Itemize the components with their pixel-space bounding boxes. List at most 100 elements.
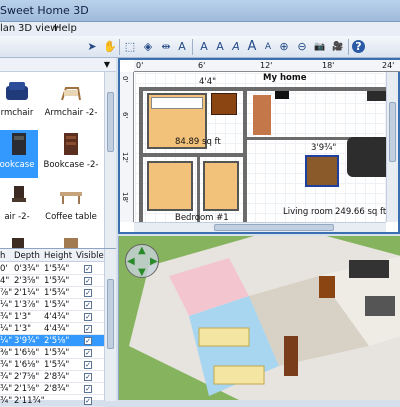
plan-horizontal-scrollbar[interactable]: [134, 222, 386, 232]
scrollbar-thumb[interactable]: [214, 224, 334, 231]
visible-checkbox[interactable]: ✓: [84, 397, 92, 405]
plan-view[interactable]: 0' 6' 12' 18' 24' 0' 6' 12' 18' My home: [118, 58, 400, 234]
visible-checkbox[interactable]: ✓: [84, 289, 92, 297]
cell-width: ¼": [0, 300, 13, 310]
catalog-item-label: Armchair -2-: [44, 108, 98, 118]
table-row[interactable]: ⅞" 2'1¼" 1'5¾" ✓: [0, 287, 104, 299]
menu-help[interactable]: Help: [54, 23, 77, 34]
table-row[interactable]: ⅜" 1'6⅛" 1'5¾" ✓: [0, 347, 104, 359]
visible-checkbox[interactable]: ✓: [84, 277, 92, 285]
cell-height: 2'8¾": [44, 384, 70, 394]
cell-width: ¾": [0, 312, 13, 322]
catalog-item-coffee-table[interactable]: Coffee table: [45, 182, 97, 230]
cell-height: 1'5¾": [44, 360, 70, 370]
create-dimensions-icon[interactable]: ⇹: [158, 39, 174, 55]
scrollbar-thumb[interactable]: [107, 279, 114, 349]
wall[interactable]: [139, 153, 247, 157]
catalog-item-label: Bookcase -2-: [43, 160, 99, 170]
catalog-item-bookcase-2[interactable]: Bookcase -2-: [44, 130, 98, 178]
cell-width: ⅞": [0, 288, 13, 298]
3d-scene: [129, 236, 400, 400]
column-header-width[interactable]: h: [0, 251, 5, 261]
cell-depth: 3'9¾": [14, 336, 40, 346]
table-row[interactable]: ¾" 2'11¾" ✓: [0, 395, 104, 407]
dining-table-selected[interactable]: [305, 155, 339, 187]
table-row[interactable]: ¾" 1'6⅛" 1'5¾" ✓: [0, 359, 104, 371]
table-row[interactable]: ¼" 1'3" 4'4¾" ✓: [0, 323, 104, 335]
increase-text-icon[interactable]: A: [244, 39, 260, 55]
zoom-out-icon[interactable]: ⊖: [294, 39, 310, 55]
wall[interactable]: [243, 87, 247, 222]
room-area: 249.66 sq ft: [335, 207, 387, 217]
chevron-down-icon[interactable]: ▼: [104, 60, 110, 69]
menu-3d-view[interactable]: 3D view: [18, 23, 58, 34]
wall[interactable]: [139, 87, 398, 91]
visible-checkbox[interactable]: ✓: [84, 385, 92, 393]
visible-checkbox[interactable]: ✓: [84, 361, 92, 369]
visible-checkbox[interactable]: ✓: [84, 373, 92, 381]
select-arrow-icon[interactable]: ➤: [84, 39, 100, 55]
scrollbar-thumb[interactable]: [389, 102, 396, 162]
table-row[interactable]: 4" 2'3⅝" 1'5¾" ✓: [0, 275, 104, 287]
italic-icon[interactable]: A: [228, 39, 244, 55]
cell-width: 4": [0, 276, 10, 286]
ruler-tick: 0': [136, 61, 144, 70]
pan-hand-icon[interactable]: ✋: [102, 39, 118, 55]
create-video-icon[interactable]: 🎥: [330, 39, 346, 55]
catalog-item-label: Coffee table: [45, 212, 97, 222]
help-icon[interactable]: ?: [352, 40, 365, 53]
menu-plan[interactable]: lan: [0, 23, 15, 34]
cell-width: ¼": [0, 336, 13, 346]
coffee-table-icon: [60, 192, 82, 204]
table-scrollbar[interactable]: [104, 249, 116, 401]
plan-title: My home: [263, 73, 307, 83]
zoom-in-icon[interactable]: ⊕: [276, 39, 292, 55]
bold-icon[interactable]: A: [212, 39, 228, 55]
plan-canvas[interactable]: My home 4'4" 3'9¾" 84.89 sq ft Bedroom #…: [135, 73, 398, 222]
visible-checkbox[interactable]: ✓: [84, 265, 92, 273]
room-area: 84.89 sq ft: [175, 137, 221, 147]
table-header: h Depth Height Visible: [0, 249, 104, 262]
column-header-height[interactable]: Height: [44, 251, 72, 261]
catalog-item-armchair[interactable]: rmchair: [0, 78, 42, 126]
table-row[interactable]: ¾" 2'7⅝" 2'8¾" ✓: [0, 371, 104, 383]
3d-view[interactable]: ▲ ▼ ◀ ▶: [118, 236, 400, 400]
bookcase-icon: [64, 133, 78, 155]
catalog-scrollbar[interactable]: [104, 72, 116, 248]
table-row[interactable]: ¼" 1'3⅞" 1'5¾" ✓: [0, 299, 104, 311]
table-row[interactable]: ¼" 3'9¾" 2'5⅛" ✓: [0, 335, 104, 347]
ruler-tick: 12': [260, 61, 273, 70]
vertical-ruler: 0' 6' 12' 18': [120, 72, 134, 222]
catalog-item-armchair-2[interactable]: Armchair -2-: [45, 78, 97, 126]
nightstand[interactable]: [211, 93, 237, 115]
create-rooms-icon[interactable]: ◈: [140, 39, 156, 55]
create-walls-icon[interactable]: ⬚: [122, 39, 138, 55]
table-row[interactable]: 0' 0'3¾" 1'5¾" ✓: [0, 263, 104, 275]
ruler-tick: 6': [121, 112, 129, 119]
create-photo-icon[interactable]: 📷: [312, 39, 328, 55]
cell-depth: 2'3⅝": [14, 276, 40, 286]
bed[interactable]: [147, 161, 193, 211]
table-row[interactable]: ¾" 2'1⅝" 2'8¾" ✓: [0, 383, 104, 395]
table-row[interactable]: ¾" 1'3" 4'4¾" ✓: [0, 311, 104, 323]
catalog-item-bookcase[interactable]: ookcase: [0, 130, 38, 178]
desk[interactable]: [253, 95, 271, 135]
navigation-arrows-icon[interactable]: ▲ ▼ ◀ ▶: [125, 244, 159, 278]
column-header-visible[interactable]: Visible: [76, 251, 104, 261]
decrease-text-icon[interactable]: A: [260, 39, 276, 55]
cell-height: 4'4¾": [44, 324, 70, 334]
visible-checkbox[interactable]: ✓: [84, 313, 92, 321]
visible-checkbox[interactable]: ✓: [84, 325, 92, 333]
plan-vertical-scrollbar[interactable]: [386, 72, 398, 222]
visible-checkbox[interactable]: ✓: [84, 301, 92, 309]
tv[interactable]: [275, 91, 289, 99]
catalog-item-chair-2[interactable]: air -2-: [0, 182, 42, 230]
add-text-icon[interactable]: A: [174, 39, 190, 55]
visible-checkbox[interactable]: ✓: [84, 337, 92, 345]
column-header-depth[interactable]: Depth: [14, 251, 40, 261]
text-style-icon[interactable]: A: [196, 39, 212, 55]
visible-checkbox[interactable]: ✓: [84, 349, 92, 357]
bed[interactable]: [203, 161, 239, 211]
catalog-search-bar[interactable]: ▼: [0, 58, 116, 72]
scrollbar-thumb[interactable]: [107, 92, 114, 152]
